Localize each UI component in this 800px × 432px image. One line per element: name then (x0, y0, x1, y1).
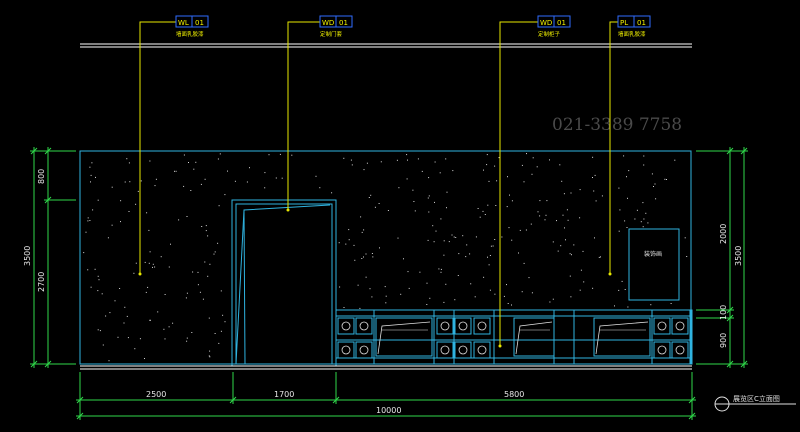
drawing-title: 展览区C立面图 (714, 394, 796, 412)
dim-bottom-1: 2500 (146, 390, 166, 399)
dim-total: 10000 (376, 406, 401, 415)
dim-right-seg-2: 100 (719, 305, 728, 320)
dim-right-seg-1: 2000 (719, 224, 728, 244)
right-dimensions: 2000 100 900 3500 (696, 147, 748, 368)
left-dimensions: 3500 800 2700 (23, 147, 76, 368)
tag-num: 01 (637, 19, 646, 27)
dim-right-seg-3: 900 (719, 333, 728, 348)
floor-lines (80, 365, 692, 370)
tag-code: PL (620, 19, 628, 27)
tag-num: 01 (557, 19, 566, 27)
phone-watermark: 021-3389 7758 (552, 115, 682, 135)
dim-left-total: 3500 (23, 246, 32, 266)
dim-bottom-3: 5800 (504, 390, 524, 399)
tag-desc: 墙面乳胶漆 (176, 30, 204, 38)
tag-code: WD (540, 19, 552, 27)
drawing-title-text: 展览区C立面图 (733, 394, 780, 403)
dim-bottom-2: 1700 (274, 390, 294, 399)
tag-code: WL (178, 19, 189, 27)
dim-left-seg-1: 800 (37, 169, 46, 184)
panel-label: 装饰画 (644, 250, 662, 258)
tag-num: 01 (339, 19, 348, 27)
ceiling-lines (80, 43, 692, 48)
bottom-dimensions: 2500 1700 5800 10000 (76, 372, 696, 420)
tag-num: 01 (195, 19, 204, 27)
elevation-drawing: 021-3389 7758 装饰画 WL 01 墙面乳胶漆 WD 01 定制门套… (23, 15, 796, 420)
tag-desc: 定制门套 (320, 30, 343, 38)
dim-right-total: 3500 (734, 246, 743, 266)
tag-code: WD (322, 19, 334, 27)
tag-desc: 墙面乳胶漆 (618, 30, 646, 38)
tag-desc: 定制柜子 (538, 30, 561, 38)
dim-left-seg-2: 2700 (37, 272, 46, 292)
